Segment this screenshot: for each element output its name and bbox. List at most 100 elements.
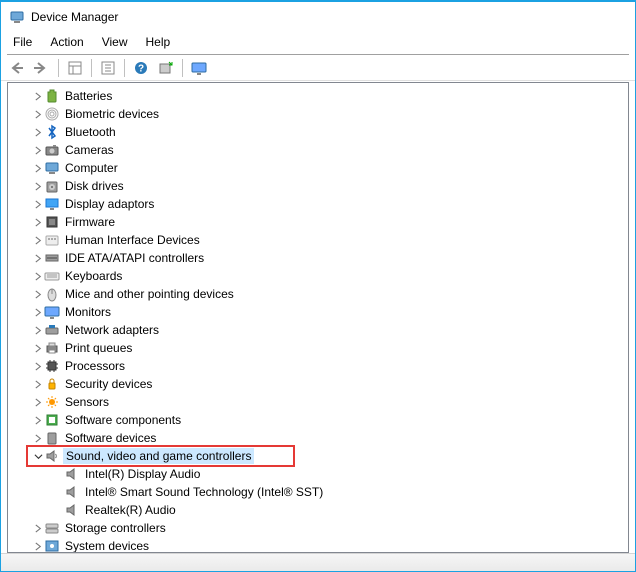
expand-icon[interactable] [32, 540, 44, 552]
expand-icon[interactable] [32, 198, 44, 210]
tree-item[interactable]: Storage controllers [8, 519, 628, 537]
storage-icon [44, 520, 60, 536]
expand-icon[interactable] [52, 504, 64, 516]
tree-item-label: Processors [63, 358, 127, 374]
tree-item[interactable]: Keyboards [8, 267, 628, 285]
device-manager-view-button[interactable] [187, 57, 211, 79]
tree-item[interactable]: Computer [8, 159, 628, 177]
device-tree[interactable]: BatteriesBiometric devicesBluetoothCamer… [8, 83, 628, 552]
tree-item-label: Software devices [63, 430, 158, 446]
tree-item[interactable]: Firmware [8, 213, 628, 231]
menu-action[interactable]: Action [42, 33, 91, 51]
tree-item[interactable]: Bluetooth [8, 123, 628, 141]
tree-item[interactable]: Realtek(R) Audio [8, 501, 628, 519]
tree-item-label: Computer [63, 160, 120, 176]
expand-icon[interactable] [32, 216, 44, 228]
divider [58, 59, 59, 77]
tree-item[interactable]: Mice and other pointing devices [8, 285, 628, 303]
tree-item[interactable]: Display adaptors [8, 195, 628, 213]
tree-item[interactable]: Monitors [8, 303, 628, 321]
tree-item[interactable]: Sound, video and game controllers [8, 447, 628, 465]
tree-item[interactable]: Disk drives [8, 177, 628, 195]
expand-icon[interactable] [32, 522, 44, 534]
tree-item[interactable]: System devices [8, 537, 628, 552]
help-button[interactable] [129, 57, 153, 79]
tree-item-label: Software components [63, 412, 183, 428]
tree-item[interactable]: Intel® Smart Sound Technology (Intel® SS… [8, 483, 628, 501]
expand-icon[interactable] [32, 234, 44, 246]
tree-item[interactable]: Biometric devices [8, 105, 628, 123]
tree-item-label: Bluetooth [63, 124, 118, 140]
bluetooth-icon [44, 124, 60, 140]
expand-icon[interactable] [32, 162, 44, 174]
forward-button[interactable] [30, 57, 54, 79]
expand-icon[interactable] [32, 252, 44, 264]
tree-item[interactable]: Batteries [8, 87, 628, 105]
back-button[interactable] [5, 57, 29, 79]
tree-item[interactable]: IDE ATA/ATAPI controllers [8, 249, 628, 267]
expand-icon[interactable] [52, 486, 64, 498]
collapse-icon[interactable] [32, 450, 44, 462]
menubar: File Action View Help [1, 32, 635, 52]
tree-item-label: Keyboards [63, 268, 124, 284]
tree-item-label: Sound, video and game controllers [63, 448, 254, 464]
ide-icon [44, 250, 60, 266]
cpu-icon [44, 358, 60, 374]
tree-item[interactable]: Cameras [8, 141, 628, 159]
tree-item-label: Monitors [63, 304, 113, 320]
expand-icon[interactable] [32, 306, 44, 318]
tree-item[interactable]: Human Interface Devices [8, 231, 628, 249]
window-title: Device Manager [31, 10, 118, 24]
tree-item[interactable]: Software components [8, 411, 628, 429]
network-icon [44, 322, 60, 338]
expand-icon[interactable] [32, 360, 44, 372]
tree-item-label: Intel® Smart Sound Technology (Intel® SS… [83, 484, 325, 500]
menu-view[interactable]: View [94, 33, 136, 51]
menu-file[interactable]: File [5, 33, 40, 51]
expand-icon[interactable] [52, 468, 64, 480]
speaker-icon [64, 466, 80, 482]
expand-icon[interactable] [32, 144, 44, 156]
expand-icon[interactable] [32, 396, 44, 408]
expand-icon[interactable] [32, 342, 44, 354]
expand-icon[interactable] [32, 270, 44, 282]
toolbar [1, 55, 635, 81]
properties-button[interactable] [96, 57, 120, 79]
firmware-icon [44, 214, 60, 230]
divider [124, 59, 125, 77]
tree-item-label: Print queues [63, 340, 134, 356]
sensor-icon [44, 394, 60, 410]
expand-icon[interactable] [32, 378, 44, 390]
expand-icon[interactable] [32, 414, 44, 426]
tree-item[interactable]: Processors [8, 357, 628, 375]
tree-item[interactable]: Security devices [8, 375, 628, 393]
tree-item[interactable]: Intel(R) Display Audio [8, 465, 628, 483]
computer-icon [44, 160, 60, 176]
expand-icon[interactable] [32, 180, 44, 192]
menu-help[interactable]: Help [138, 33, 179, 51]
tree-item-label: Sensors [63, 394, 111, 410]
system-icon [44, 538, 60, 552]
expand-icon[interactable] [32, 288, 44, 300]
expand-icon[interactable] [32, 432, 44, 444]
tree-item[interactable]: Print queues [8, 339, 628, 357]
camera-icon [44, 142, 60, 158]
tree-item[interactable]: Software devices [8, 429, 628, 447]
scan-hardware-button[interactable] [154, 57, 178, 79]
expand-icon[interactable] [32, 108, 44, 120]
show-hide-console-button[interactable] [63, 57, 87, 79]
expand-icon[interactable] [32, 324, 44, 336]
tree-item-label: Intel(R) Display Audio [83, 466, 202, 482]
divider [182, 59, 183, 77]
expand-icon[interactable] [32, 126, 44, 138]
expand-icon[interactable] [32, 90, 44, 102]
mouse-icon [44, 286, 60, 302]
sound-icon [44, 448, 60, 464]
divider [91, 59, 92, 77]
tree-panel: BatteriesBiometric devicesBluetoothCamer… [7, 82, 629, 553]
tree-item-label: System devices [63, 538, 151, 552]
statusbar [1, 553, 635, 571]
tree-item[interactable]: Sensors [8, 393, 628, 411]
app-icon [9, 9, 25, 25]
tree-item[interactable]: Network adapters [8, 321, 628, 339]
